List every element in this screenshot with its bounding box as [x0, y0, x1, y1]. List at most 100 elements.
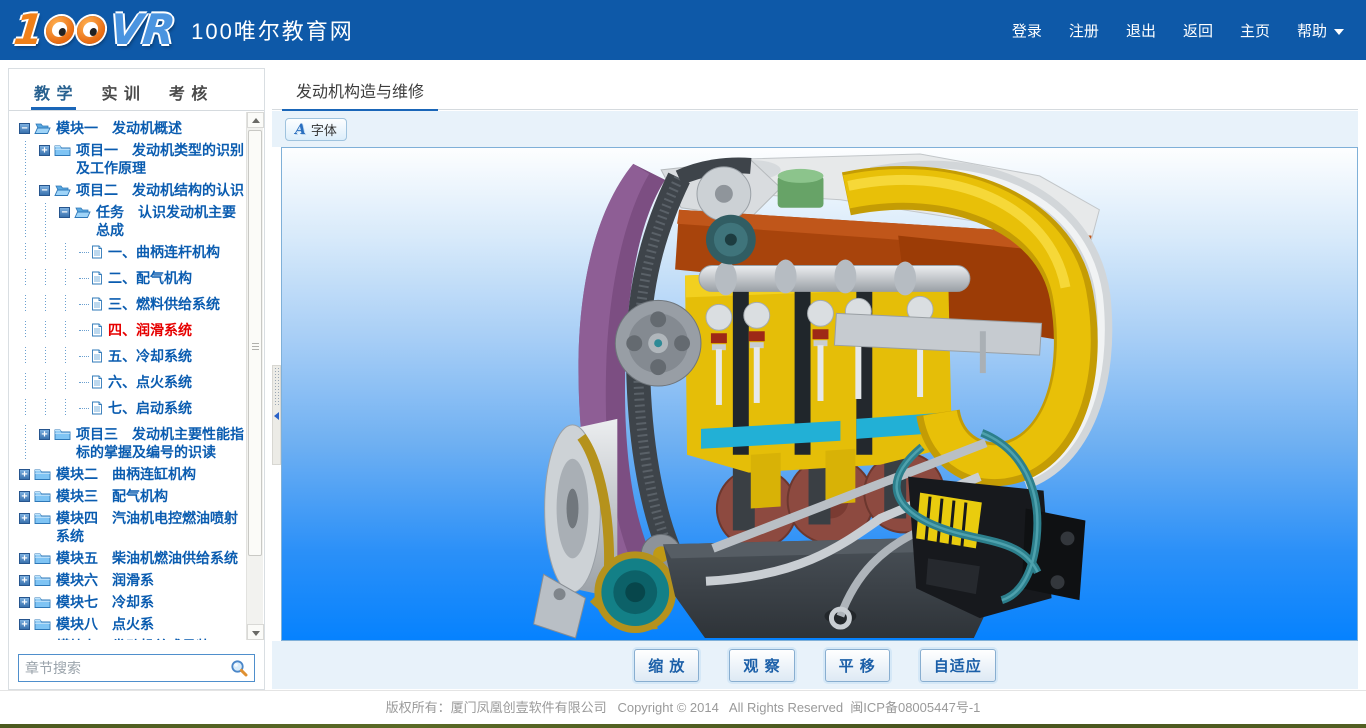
- tree-guide-line: [19, 425, 39, 461]
- tab-engine-course[interactable]: 发动机构造与维修: [282, 68, 438, 112]
- tree-guide-line: [19, 141, 39, 177]
- tree-item[interactable]: − 任务 认识发动机主要总成: [19, 203, 245, 239]
- expand-icon[interactable]: +: [39, 145, 50, 156]
- nav-register[interactable]: 注册: [1069, 20, 1099, 41]
- scrollbar-thumb[interactable]: [248, 130, 262, 556]
- tree-item-label[interactable]: 项目二 发动机结构的认识: [76, 181, 245, 199]
- sidebar-tab-training[interactable]: 实 训: [98, 69, 143, 110]
- tree-branch-line: [79, 304, 89, 305]
- collapse-sidebar-handle[interactable]: [272, 365, 281, 465]
- engine-3d-viewport[interactable]: [281, 147, 1358, 641]
- nav-home[interactable]: 主页: [1240, 20, 1270, 41]
- tree-guide-line: [39, 203, 59, 239]
- tree-item[interactable]: + 模块五 柴油机燃油供给系统: [19, 549, 245, 567]
- tree-guide-line: [19, 399, 39, 417]
- observe-button[interactable]: 观 察: [729, 649, 794, 682]
- tree-item[interactable]: 五、冷却系统: [19, 347, 245, 365]
- tree-guide-line: [19, 203, 39, 239]
- tree-item[interactable]: + 模块八 点火系: [19, 615, 245, 633]
- tree-item[interactable]: 六、点火系统: [19, 373, 245, 391]
- tree-item[interactable]: + 模块四 汽油机电控燃油喷射系统: [19, 509, 245, 545]
- tree-item[interactable]: + 模块二 曲柄连缸机构: [19, 465, 245, 483]
- site-logo[interactable]: 1 VR: [12, 9, 178, 51]
- tree-branch-line: [79, 382, 89, 383]
- tree-item-label[interactable]: 模块一 发动机概述: [56, 119, 245, 137]
- tree-item-label[interactable]: 模块九 发动机总成吊装: [56, 637, 245, 640]
- tree-guide-line: [39, 321, 59, 339]
- expand-icon[interactable]: +: [19, 597, 30, 608]
- tree-guide-line: [19, 373, 39, 391]
- tree-item-label[interactable]: 五、冷却系统: [108, 347, 245, 365]
- sidebar-tab-teaching[interactable]: 教 学: [31, 69, 76, 110]
- tree-item-label[interactable]: 三、燃料供给系统: [108, 295, 245, 313]
- tree-item-label[interactable]: 任务 认识发动机主要总成: [96, 203, 245, 239]
- tree-item[interactable]: 二、配气机构: [19, 269, 245, 287]
- tree-item[interactable]: 一、曲柄连杆机构: [19, 243, 245, 261]
- folder-closed-icon: [34, 551, 51, 565]
- tree-item-label[interactable]: 六、点火系统: [108, 373, 245, 391]
- tree-guide-line: [39, 399, 59, 417]
- tree-item[interactable]: + 项目三 发动机主要性能指标的掌握及编号的识读: [19, 425, 245, 461]
- search-input[interactable]: [19, 660, 230, 676]
- tree-item-label[interactable]: 模块二 曲柄连缸机构: [56, 465, 245, 483]
- sidebar-tab-assessment[interactable]: 考 核: [166, 69, 211, 110]
- tree-item[interactable]: + 模块三 配气机构: [19, 487, 245, 505]
- folder-closed-icon: [54, 143, 71, 157]
- search-icon[interactable]: [230, 659, 248, 677]
- folder-closed-icon: [34, 639, 51, 640]
- collapse-icon[interactable]: −: [19, 123, 30, 134]
- footer-copyright: 版权所有：厦门凤凰创壹软件有限公司 Copyright © 2014 All R…: [0, 690, 1366, 724]
- tree-item-label[interactable]: 一、曲柄连杆机构: [108, 243, 245, 261]
- collapse-icon[interactable]: −: [39, 185, 50, 196]
- tree-item[interactable]: − 模块一 发动机概述: [19, 119, 245, 137]
- tree-guide-line: [19, 295, 39, 313]
- document-icon: [91, 349, 103, 363]
- tree-guide-line: [39, 373, 59, 391]
- tree-item-label[interactable]: 项目三 发动机主要性能指标的掌握及编号的识读: [76, 425, 245, 461]
- collapse-icon[interactable]: −: [59, 207, 70, 218]
- fit-button[interactable]: 自适应: [920, 649, 996, 682]
- tree-item[interactable]: 四、润滑系统: [19, 321, 245, 339]
- expand-icon[interactable]: +: [19, 575, 30, 586]
- tree-scrollbar[interactable]: [246, 112, 263, 640]
- tree-item-label[interactable]: 模块四 汽油机电控燃油喷射系统: [56, 509, 245, 545]
- nav-logout[interactable]: 退出: [1126, 20, 1156, 41]
- tree-item-label[interactable]: 项目一 发动机类型的识别及工作原理: [76, 141, 245, 177]
- tree-item-label[interactable]: 模块五 柴油机燃油供给系统: [56, 549, 245, 567]
- tree-item[interactable]: 七、启动系统: [19, 399, 245, 417]
- tree-guide-line: [59, 347, 79, 365]
- expand-icon[interactable]: +: [19, 469, 30, 480]
- chevron-down-icon: [1334, 29, 1344, 35]
- scroll-up-button[interactable]: [247, 112, 264, 128]
- tree-item-label[interactable]: 七、启动系统: [108, 399, 245, 417]
- expand-icon[interactable]: +: [39, 429, 50, 440]
- tree-item[interactable]: + 模块七 冷却系: [19, 593, 245, 611]
- expand-icon[interactable]: +: [19, 513, 30, 524]
- tree-item[interactable]: 三、燃料供给系统: [19, 295, 245, 313]
- tree-item-label[interactable]: 二、配气机构: [108, 269, 245, 287]
- pan-button[interactable]: 平 移: [825, 649, 890, 682]
- tree-item-label[interactable]: 模块八 点火系: [56, 615, 245, 633]
- tree-item[interactable]: +模块九 发动机总成吊装: [19, 637, 245, 640]
- scroll-down-button[interactable]: [247, 624, 264, 640]
- tree-item[interactable]: + 项目一 发动机类型的识别及工作原理: [19, 141, 245, 177]
- nav-login[interactable]: 登录: [1012, 20, 1042, 41]
- document-icon: [91, 271, 103, 285]
- logo-digit-1: 1: [12, 9, 46, 51]
- tree-item-label[interactable]: 模块三 配气机构: [56, 487, 245, 505]
- tree-item[interactable]: + 模块六 润滑系: [19, 571, 245, 589]
- zoom-button[interactable]: 缩 放: [634, 649, 699, 682]
- tree-guide-line: [39, 243, 59, 261]
- document-icon: [91, 375, 103, 389]
- tree-item-label[interactable]: 模块七 冷却系: [56, 593, 245, 611]
- expand-icon[interactable]: +: [19, 553, 30, 564]
- tree-item-label-selected[interactable]: 四、润滑系统: [108, 321, 245, 339]
- expand-icon[interactable]: +: [19, 491, 30, 502]
- nav-back[interactable]: 返回: [1183, 20, 1213, 41]
- tree-item[interactable]: − 项目二 发动机结构的认识: [19, 181, 245, 199]
- tree-branch-line: [79, 408, 89, 409]
- expand-icon[interactable]: +: [19, 619, 30, 630]
- font-button[interactable]: 字体: [285, 118, 347, 141]
- nav-help[interactable]: 帮助: [1297, 20, 1344, 41]
- tree-item-label[interactable]: 模块六 润滑系: [56, 571, 245, 589]
